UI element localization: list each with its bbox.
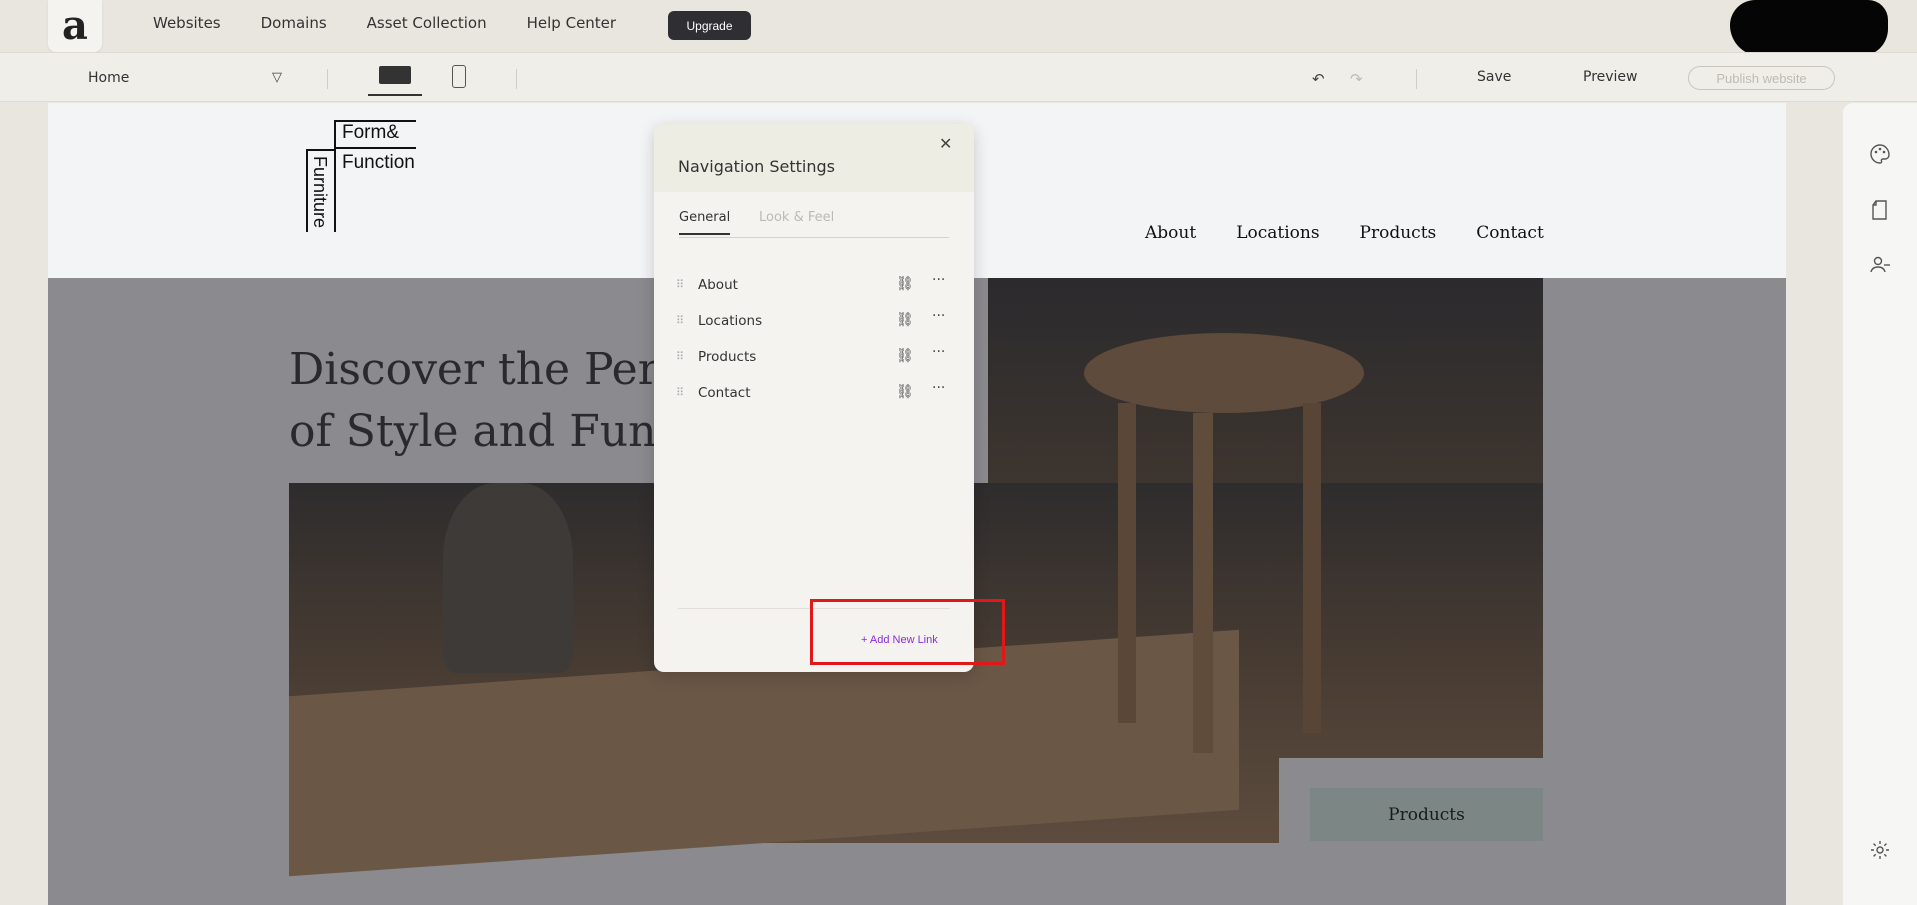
list-item[interactable]: ⠿ Contact ⛓ ···	[676, 380, 956, 418]
nav-link-list: ⠿ About ⛓ ··· ⠿ Locations ⛓ ··· ⠿ Produc…	[676, 272, 956, 418]
logo-text-function: Function	[342, 152, 415, 173]
link-icon[interactable]: ⛓	[896, 384, 914, 400]
drag-handle-icon[interactable]: ⠿	[676, 350, 684, 363]
modal-tabs: General Look & Feel	[679, 210, 949, 238]
nav-help-center[interactable]: Help Center	[527, 14, 616, 32]
divider	[327, 69, 328, 89]
site-nav-contact[interactable]: Contact	[1476, 223, 1544, 243]
close-icon[interactable]: ✕	[939, 134, 952, 154]
more-icon[interactable]: ···	[932, 308, 945, 324]
settings-icon[interactable]	[1869, 839, 1891, 861]
app-logo-letter: a	[62, 2, 88, 49]
editor-toolbar: Home ▽ ↶ ↷ Save Preview Publish website	[0, 52, 1917, 102]
stool-leg	[1118, 403, 1136, 723]
app-logo[interactable]: a	[48, 0, 102, 52]
modal-title: Navigation Settings	[678, 157, 836, 176]
site-nav: About Locations Products Contact	[1145, 223, 1584, 243]
top-nav: Websites Domains Asset Collection Help C…	[153, 14, 656, 32]
chevron-down-icon[interactable]: ▽	[272, 70, 282, 85]
highlight-annotation	[810, 599, 1005, 665]
more-icon[interactable]: ···	[932, 380, 945, 396]
link-icon[interactable]: ⛓	[896, 276, 914, 292]
link-icon[interactable]: ⛓	[896, 312, 914, 328]
site-nav-about[interactable]: About	[1145, 223, 1196, 243]
more-icon[interactable]: ···	[932, 272, 945, 288]
drag-handle-icon[interactable]: ⠿	[676, 278, 684, 291]
stool-shape	[1084, 333, 1364, 413]
nav-domains[interactable]: Domains	[261, 14, 327, 32]
page-select[interactable]: Home	[88, 70, 129, 86]
nav-websites[interactable]: Websites	[153, 14, 221, 32]
save-button[interactable]: Save	[1477, 69, 1511, 85]
link-label: Locations	[698, 313, 763, 329]
more-icon[interactable]: ···	[932, 344, 945, 360]
stool-leg	[1303, 403, 1321, 733]
list-item[interactable]: ⠿ About ⛓ ···	[676, 272, 956, 310]
modal-header: Navigation Settings ✕	[654, 124, 974, 192]
users-icon[interactable]	[1869, 254, 1891, 276]
list-item[interactable]: ⠿ Locations ⛓ ···	[676, 308, 956, 346]
stool-leg	[1193, 413, 1213, 753]
logo-text-form: Form&	[342, 122, 399, 143]
redo-icon[interactable]: ↷	[1350, 70, 1363, 88]
divider	[1416, 69, 1417, 89]
right-side-panel	[1843, 103, 1917, 905]
logo-text-furniture: Furniture	[310, 156, 330, 229]
page-icon[interactable]	[1869, 199, 1891, 221]
products-button[interactable]: Products	[1310, 788, 1543, 841]
top-app-bar: a Websites Domains Asset Collection Help…	[0, 0, 1917, 56]
nav-asset-collection[interactable]: Asset Collection	[367, 14, 487, 32]
palette-icon[interactable]	[1869, 143, 1891, 165]
upgrade-button[interactable]: Upgrade	[668, 11, 751, 40]
tab-look-and-feel[interactable]: Look & Feel	[759, 210, 834, 233]
publish-button[interactable]: Publish website	[1688, 66, 1835, 90]
desktop-icon[interactable]	[368, 63, 422, 96]
divider	[516, 69, 517, 89]
site-nav-products[interactable]: Products	[1360, 223, 1437, 243]
list-item[interactable]: ⠿ Products ⛓ ···	[676, 344, 956, 382]
mobile-icon[interactable]	[452, 65, 466, 88]
navigation-settings-modal: Navigation Settings ✕ General Look & Fee…	[654, 124, 974, 672]
link-icon[interactable]: ⛓	[896, 348, 914, 364]
drag-handle-icon[interactable]: ⠿	[676, 314, 684, 327]
link-label: About	[698, 277, 738, 293]
site-nav-locations[interactable]: Locations	[1236, 223, 1319, 243]
tab-general[interactable]: General	[679, 210, 731, 235]
account-avatar[interactable]	[1730, 0, 1888, 56]
preview-button[interactable]: Preview	[1583, 69, 1638, 85]
link-label: Products	[698, 349, 757, 365]
undo-icon[interactable]: ↶	[1312, 70, 1325, 88]
drag-handle-icon[interactable]: ⠿	[676, 386, 684, 399]
link-label: Contact	[698, 385, 751, 401]
vase-shape	[443, 483, 573, 673]
site-logo[interactable]: Form& Function Furniture	[306, 120, 421, 235]
